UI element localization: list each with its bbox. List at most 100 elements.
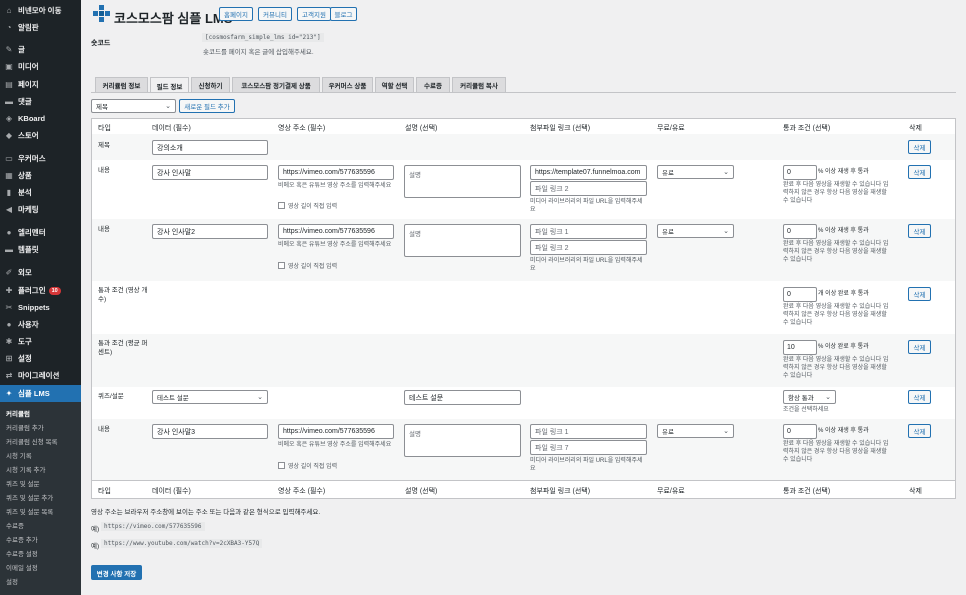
video-length-checkbox[interactable]: 영상 길이 직접 입력 (278, 461, 337, 470)
file-link-hint: 미디어 라이브러리의 파일 URL을 입력해주세요 (530, 458, 643, 472)
sidebar-item-tools[interactable]: ✱ 도구 (0, 333, 81, 350)
free-paid-select[interactable]: 유료 ⌄ (657, 224, 734, 238)
tab-copy-curriculum[interactable]: 커리큘럼 복사 (452, 77, 506, 92)
homepage-button[interactable]: 홈페이지 (219, 7, 253, 21)
blog-button[interactable]: 블로그 (330, 7, 357, 21)
submenu-add-curriculum[interactable]: 커리큘럼 추가 (6, 422, 44, 432)
file-link-2-input[interactable]: 파일 링크 2 (530, 240, 647, 255)
sidebar-item-users[interactable]: ● 사용자 (0, 316, 81, 333)
delete-button[interactable]: 삭제 (908, 224, 931, 238)
checkbox-icon (278, 262, 285, 269)
description-textarea[interactable]: 설명 (404, 224, 521, 257)
free-paid-select[interactable]: 유료 ⌄ (657, 165, 734, 179)
sidebar-item-analytics[interactable]: ▮ 분석 (0, 184, 81, 201)
free-paid-select[interactable]: 유료 ⌄ (657, 424, 734, 438)
sidebar-item-woocommerce[interactable]: ▭ 우커머스 (0, 150, 81, 167)
submenu-add-quiz[interactable]: 퀴즈 및 설문 추가 (6, 492, 53, 502)
delete-button[interactable]: 삭제 (908, 340, 931, 354)
video-url-input[interactable]: https://vimeo.com/577635596 (278, 424, 394, 439)
file-link-1-input[interactable]: 파일 링크 1 (530, 424, 647, 439)
example-prefix: 예) (91, 543, 100, 550)
elementor-icon: ● (6, 228, 12, 237)
data-input[interactable]: 강사 인사말2 (152, 224, 268, 239)
delete-button[interactable]: 삭제 (908, 165, 931, 179)
submenu-email-settings[interactable]: 이메일 설정 (6, 562, 38, 572)
video-length-checkbox[interactable]: 영상 길이 직접 입력 (278, 261, 337, 270)
description-textarea[interactable]: 설명 (404, 165, 521, 198)
delete-button[interactable]: 삭제 (908, 140, 931, 154)
sidebar-item-dashboard[interactable]: ◔ 알림판 (0, 19, 81, 36)
pass-unit-label: 개 이상 완료 후 통과 (818, 291, 869, 297)
file-link-1-input[interactable]: https://template07.funnelmoa.com (530, 165, 647, 180)
pass-value-input[interactable]: 0 (783, 224, 817, 239)
submenu-quiz-list[interactable]: 퀴즈 및 설문 목록 (6, 506, 53, 516)
sidebar-item-settings[interactable]: ⊞ 설정 (0, 350, 81, 367)
field-type-select[interactable]: 제목 ⌄ (91, 99, 176, 113)
tab-role-select[interactable]: 역할 선택 (375, 77, 414, 92)
sidebar-item-simple-lms[interactable]: ✦ 심플 LMS (0, 385, 81, 402)
sidebar-item-elementor[interactable]: ● 엘리멘터 (0, 224, 81, 241)
submenu-add-watch-history[interactable]: 시청 기록 추가 (6, 464, 46, 474)
tab-apply[interactable]: 신청하기 (191, 77, 230, 92)
tab-woocommerce-product[interactable]: 우커머스 상품 (322, 77, 373, 92)
sidebar-item-pages[interactable]: ▤ 페이지 (0, 76, 81, 93)
lms-submenu: 커리큘럼 커리큘럼 추가 커리큘럼 신청 목록 시청 기록 시청 기록 추가 퀴… (0, 402, 81, 595)
add-field-button[interactable]: 새로운 필드 추가 (179, 99, 235, 113)
sidebar-item-comments[interactable]: ▬ 댓글 (0, 93, 81, 110)
file-link-2-input[interactable]: 파일 링크 7 (530, 440, 647, 455)
fields-table: 타입 데이터 (필수) 영상 주소 (필수) 설명 (선택) 첨부파일 링크 (… (91, 118, 956, 499)
pass-value-input[interactable]: 10 (783, 340, 817, 355)
sidebar-item-appearance[interactable]: ✐ 외모 (0, 264, 81, 281)
sidebar-item-media[interactable]: ▣ 미디어 (0, 58, 81, 75)
community-button[interactable]: 커뮤니티 (258, 7, 292, 21)
video-length-checkbox[interactable]: 영상 길이 직접 입력 (278, 201, 337, 210)
sidebar-item-posts[interactable]: ✎ 글 (0, 41, 81, 58)
tab-certificate[interactable]: 수료증 (416, 77, 450, 92)
pass-condition-select[interactable]: 항상 통과 ⌄ (783, 390, 836, 404)
page-title: 코스모스팜 심플 LMS (114, 11, 233, 26)
submenu-quiz[interactable]: 퀴즈 및 설문 (6, 478, 40, 488)
submenu-enrollment-list[interactable]: 커리큘럼 신청 목록 (6, 436, 57, 446)
pass-value-input[interactable]: 0 (783, 287, 817, 302)
col-type: 타입 (98, 125, 111, 132)
sidebar-item-marketing[interactable]: ◀ 마케팅 (0, 201, 81, 218)
sidebar-item-migration[interactable]: ⇄ 마이그레이션 (0, 367, 81, 384)
sidebar-item-templates[interactable]: ▬ 템플릿 (0, 241, 81, 258)
data-input[interactable]: 강의소개 (152, 140, 268, 155)
description-input[interactable]: 테스트 설문 (404, 390, 521, 405)
submenu-settings[interactable]: 설정 (6, 576, 18, 586)
video-url-input[interactable]: https://vimeo.com/577635596 (278, 224, 394, 239)
sidebar-item-products[interactable]: ▦ 상품 (0, 167, 81, 184)
sidebar-item-store[interactable]: ◆ 스토어 (0, 127, 81, 144)
submenu-add-certificate[interactable]: 수료증 추가 (6, 534, 38, 544)
sidebar-item-kboard[interactable]: ◈ KBoard (0, 110, 81, 127)
video-url-hint: 비메오 혹은 유튜브 영상 주소를 입력해주세요 (278, 242, 392, 248)
delete-button[interactable]: 삭제 (908, 424, 931, 438)
user-icon: ● (6, 320, 12, 329)
data-input[interactable]: 강사 인사말3 (152, 424, 268, 439)
sidebar-item-visit-site[interactable]: ⌂ 비넨모아 이동 (0, 2, 81, 19)
submenu-certificate[interactable]: 수료증 (6, 520, 24, 530)
file-link-2-input[interactable]: 파일 링크 2 (530, 181, 647, 196)
pass-unit-label: % 이상 재생 후 통과 (818, 169, 869, 175)
pass-value-input[interactable]: 0 (783, 424, 817, 439)
save-changes-button[interactable]: 변경 사항 저장 (91, 565, 142, 580)
sidebar-item-snippets[interactable]: ✂ Snippets (0, 299, 81, 316)
pass-value-input[interactable]: 0 (783, 165, 817, 180)
tab-curriculum-info[interactable]: 커리큘럼 정보 (95, 77, 148, 92)
submenu-curriculum[interactable]: 커리큘럼 (6, 408, 30, 418)
data-input[interactable]: 강사 인사말 (152, 165, 268, 180)
tab-field-info[interactable]: 필드 정보 (150, 77, 189, 93)
file-link-1-input[interactable]: 파일 링크 1 (530, 224, 647, 239)
submenu-certificate-settings[interactable]: 수료증 설정 (6, 548, 38, 558)
description-textarea[interactable]: 설명 (404, 424, 521, 457)
video-url-input[interactable]: https://vimeo.com/577635596 (278, 165, 394, 180)
delete-button[interactable]: 삭제 (908, 390, 931, 404)
quiz-select[interactable]: 테스트 설문 ⌄ (152, 390, 268, 404)
tab-subscription-product[interactable]: 코스모스팜 정기결제 상품 (232, 77, 320, 92)
pass-hint: 완료 후 다음 영상을 재생할 수 있습니다 입력하지 않은 경우 항상 다음 … (783, 182, 889, 204)
delete-button[interactable]: 삭제 (908, 287, 931, 301)
support-button[interactable]: 고객지원 (297, 7, 331, 21)
sidebar-item-plugins[interactable]: ✚ 플러그인 10 (0, 282, 81, 299)
submenu-watch-history[interactable]: 시청 기록 (6, 450, 32, 460)
